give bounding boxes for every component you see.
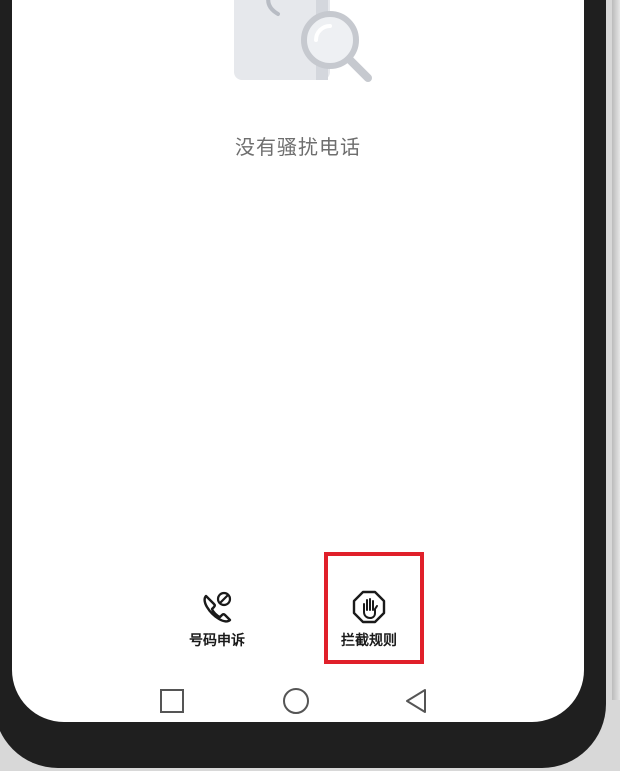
empty-state-message: 没有骚扰电话 bbox=[235, 135, 361, 159]
triangle-back-icon[interactable] bbox=[401, 686, 431, 716]
square-icon[interactable] bbox=[157, 686, 187, 716]
phone-frame: 没有骚扰电话 号码申诉 拦截规则 bbox=[0, 0, 620, 768]
screen: 没有骚扰电话 号码申诉 拦截规则 bbox=[12, 0, 584, 722]
phone-blocked-icon bbox=[203, 591, 232, 623]
highlight-box bbox=[324, 552, 424, 664]
system-navigation-bar bbox=[12, 678, 584, 722]
bottom-action-bar: 号码申诉 拦截规则 bbox=[12, 570, 584, 660]
number-appeal-label: 号码申诉 bbox=[189, 633, 245, 649]
circle-icon[interactable] bbox=[281, 686, 311, 716]
number-appeal-button[interactable]: 号码申诉 bbox=[162, 570, 272, 660]
phone-search-icon bbox=[234, 0, 372, 82]
